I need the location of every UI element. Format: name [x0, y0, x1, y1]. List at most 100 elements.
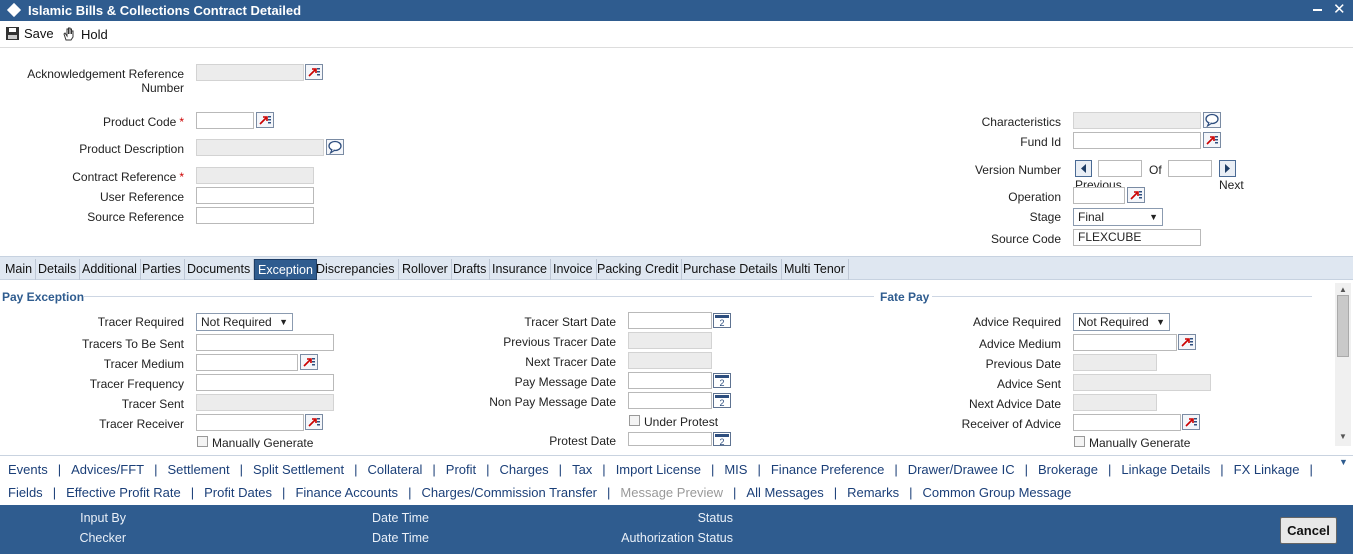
ack-ref-lov-icon[interactable] [305, 64, 323, 80]
tracer-medium-lov-icon[interactable] [300, 354, 318, 370]
tracer-sent-field [196, 394, 334, 411]
minimize-icon[interactable] [1313, 9, 1322, 11]
tab-additional[interactable]: Additional [79, 259, 141, 280]
tracer-receiver-label: Tracer Receiver [99, 417, 184, 431]
link-drawer-drawee-ic[interactable]: Drawer/Drawee IC [908, 462, 1015, 477]
tab-main[interactable]: Main [2, 259, 37, 280]
calendar-icon[interactable]: 2 [713, 393, 731, 408]
cancel-button[interactable]: Cancel [1280, 517, 1337, 544]
advice-medium-label: Advice Medium [978, 337, 1061, 351]
next-version-button[interactable] [1219, 160, 1236, 177]
version-number-label: Version Number [974, 163, 1061, 177]
non-pay-message-date-input[interactable] [628, 392, 712, 409]
link-brokerage[interactable]: Brokerage [1038, 462, 1098, 477]
pay-message-date-input[interactable] [628, 372, 712, 389]
link-import-license[interactable]: Import License [616, 462, 701, 477]
link-charges[interactable]: Charges [500, 462, 549, 477]
tracer-required-select[interactable]: Not Required ▼ [196, 313, 293, 331]
product-description-speech-icon[interactable] [326, 139, 344, 155]
chevron-down-icon: ▼ [279, 317, 288, 327]
link-charges-commission-transfer[interactable]: Charges/Commission Transfer [421, 485, 597, 500]
product-code-input[interactable] [196, 112, 254, 129]
tracer-receiver-input[interactable] [196, 414, 304, 431]
link-effective-profit-rate[interactable]: Effective Profit Rate [66, 485, 181, 500]
tab-discrepancies[interactable]: Discrepancies [313, 259, 399, 280]
tab-details[interactable]: Details [35, 259, 81, 280]
link-finance-preference[interactable]: Finance Preference [771, 462, 884, 477]
tab-insurance[interactable]: Insurance [489, 259, 551, 280]
advice-medium-input[interactable] [1073, 334, 1177, 351]
under-protest-checkbox[interactable] [629, 415, 640, 426]
tab-parties[interactable]: Parties [139, 259, 185, 280]
calendar-icon[interactable]: 2 [713, 373, 731, 388]
link-settlement[interactable]: Settlement [168, 462, 230, 477]
tab-multi-tenor[interactable]: Multi Tenor [781, 259, 849, 280]
vertical-scrollbar[interactable]: ▲ ▼ [1335, 283, 1351, 446]
links-row-1: Events | Advices/FFT | Settlement | Split S… [8, 462, 1313, 477]
save-button[interactable]: Save [5, 26, 54, 41]
hold-button[interactable]: Hold [61, 26, 108, 42]
advice-required-label: Advice Required [972, 315, 1061, 329]
source-reference-input[interactable] [196, 207, 314, 224]
link-linkage-details[interactable]: Linkage Details [1121, 462, 1210, 477]
tab-purchase-details[interactable]: Purchase Details [680, 259, 782, 280]
fund-id-lov-icon[interactable] [1203, 132, 1221, 148]
link-collateral[interactable]: Collateral [367, 462, 422, 477]
link-all-messages[interactable]: All Messages [746, 485, 823, 500]
tracer-frequency-input[interactable] [196, 374, 334, 391]
link-fx-linkage[interactable]: FX Linkage [1234, 462, 1300, 477]
source-code-input[interactable]: FLEXCUBE [1073, 229, 1201, 246]
close-icon[interactable]: ✕ [1333, 0, 1346, 18]
link-events[interactable]: Events [8, 462, 48, 477]
checker-label: Checker [79, 531, 126, 545]
advice-medium-lov-icon[interactable] [1178, 334, 1196, 350]
expand-links-icon[interactable]: ▼ [1339, 457, 1348, 467]
manually-generate-tracer-checkbox[interactable] [197, 436, 208, 447]
advice-required-select[interactable]: Not Required ▼ [1073, 313, 1170, 331]
characteristics-speech-icon[interactable] [1203, 112, 1221, 128]
scroll-up-icon[interactable]: ▲ [1339, 285, 1347, 294]
tracer-required-label: Tracer Required [97, 315, 184, 329]
user-reference-input[interactable] [196, 187, 314, 204]
tab-drafts[interactable]: Drafts [450, 259, 491, 280]
link-common-group-message[interactable]: Common Group Message [923, 485, 1072, 500]
link-remarks[interactable]: Remarks [847, 485, 899, 500]
link-finance-accounts[interactable]: Finance Accounts [295, 485, 398, 500]
tracer-start-date-input[interactable] [628, 312, 712, 329]
tab-exception[interactable]: Exception [254, 259, 317, 280]
link-mis[interactable]: MIS [724, 462, 747, 477]
tab-documents[interactable]: Documents [184, 259, 255, 280]
fund-id-input[interactable] [1073, 132, 1201, 149]
stage-select[interactable]: Final ▼ [1073, 208, 1163, 226]
receiver-of-advice-input[interactable] [1073, 414, 1181, 431]
svg-text:2: 2 [719, 437, 724, 445]
calendar-icon[interactable]: 2 [713, 432, 731, 447]
operation-input[interactable] [1073, 187, 1125, 204]
tab-rollover[interactable]: Rollover [399, 259, 452, 280]
link-advices-fft[interactable]: Advices/FFT [71, 462, 144, 477]
links-row-2: Fields | Effective Profit Rate | Profit Da… [8, 485, 1072, 500]
link-profit-dates[interactable]: Profit Dates [204, 485, 272, 500]
product-code-lov-icon[interactable] [256, 112, 274, 128]
tab-invoice[interactable]: Invoice [550, 259, 597, 280]
ack-ref-field[interactable] [196, 64, 304, 81]
previous-version-button[interactable] [1075, 160, 1092, 177]
link-split-settlement[interactable]: Split Settlement [253, 462, 344, 477]
scrollbar-thumb[interactable] [1337, 295, 1349, 357]
version-number-input[interactable] [1098, 160, 1142, 177]
link-profit[interactable]: Profit [446, 462, 476, 477]
scroll-down-icon[interactable]: ▼ [1339, 432, 1347, 441]
tracers-to-be-sent-input[interactable] [196, 334, 334, 351]
calendar-icon[interactable]: 2 [713, 313, 731, 328]
tracer-receiver-lov-icon[interactable] [305, 414, 323, 430]
link-fields[interactable]: Fields [8, 485, 43, 500]
operation-lov-icon[interactable] [1127, 187, 1145, 203]
tab-packing-credit[interactable]: Packing Credit [594, 259, 683, 280]
protest-date-input[interactable] [628, 432, 712, 446]
tracer-medium-input[interactable] [196, 354, 298, 371]
save-icon [6, 27, 19, 40]
link-tax[interactable]: Tax [572, 462, 592, 477]
manually-generate-advice-checkbox[interactable] [1074, 436, 1085, 447]
ack-ref-label: Acknowledgement Reference Number [27, 67, 184, 95]
receiver-of-advice-lov-icon[interactable] [1182, 414, 1200, 430]
